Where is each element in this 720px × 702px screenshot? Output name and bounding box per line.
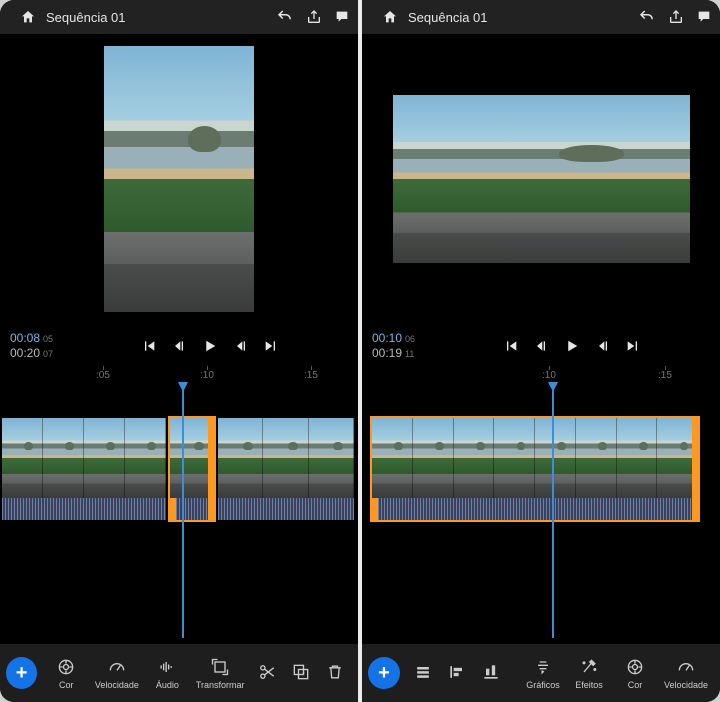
share-icon[interactable]: [306, 9, 322, 25]
audio-waveform: [218, 498, 354, 520]
playhead[interactable]: [552, 388, 554, 638]
ruler-tick: :15: [658, 370, 672, 381]
skip-end-icon[interactable]: [625, 338, 641, 354]
color-icon: [56, 656, 76, 678]
color-icon: [625, 656, 645, 678]
skip-start-icon[interactable]: [141, 338, 157, 354]
step-back-icon[interactable]: [533, 338, 549, 354]
bottom-toolbar: + Gráficos Efeitos Cor Velocidade: [362, 644, 720, 702]
split-button[interactable]: [250, 661, 284, 685]
tool-cor[interactable]: Cor: [43, 656, 89, 690]
tool-velocidade[interactable]: Velocidade: [658, 656, 714, 690]
video-frame: [393, 95, 690, 263]
align-bottom-button[interactable]: [474, 661, 508, 685]
ruler-tick: :05: [96, 370, 110, 381]
preview-area[interactable]: [362, 34, 720, 324]
undo-icon[interactable]: [276, 8, 294, 26]
timecode-current: 00:10: [372, 331, 402, 345]
speed-icon: [107, 656, 127, 678]
audio-waveform: [2, 498, 166, 520]
skip-end-icon[interactable]: [263, 338, 279, 354]
align-vertical-button[interactable]: [406, 661, 440, 685]
timeline[interactable]: [362, 388, 720, 578]
editor-pane-right: Sequência 01 00:1006 00:1911 :10 :15: [362, 0, 720, 702]
timecode-current: 00:08: [10, 331, 40, 345]
time-ruler[interactable]: :10 :15: [362, 366, 720, 388]
timecode-total: 00:19: [372, 346, 402, 360]
timecodes: 00:1006 00:1911: [372, 331, 434, 361]
undo-icon[interactable]: [638, 8, 656, 26]
sequence-title: Sequência 01: [408, 10, 626, 25]
audio-waveform: [170, 498, 214, 520]
tool-audio[interactable]: Áudio: [144, 656, 190, 690]
transport-row: 00:1006 00:1911: [362, 324, 720, 366]
transport-controls: [72, 337, 348, 355]
audio-waveform: [372, 498, 698, 520]
ruler-tick: :15: [304, 370, 318, 381]
delete-button[interactable]: [318, 661, 352, 685]
audio-icon: [157, 656, 177, 678]
speed-icon: [676, 656, 696, 678]
tool-efeitos[interactable]: Efeitos: [566, 656, 612, 690]
align-bottom-icon: [481, 661, 501, 683]
transport-controls: [434, 337, 710, 355]
duplicate-button[interactable]: [284, 661, 318, 685]
top-bar: Sequência 01: [0, 0, 358, 34]
video-frame: [104, 46, 254, 312]
top-bar: Sequência 01: [362, 0, 720, 34]
clip-2-selected[interactable]: [168, 416, 216, 522]
clip-selected[interactable]: [370, 416, 700, 522]
timeline[interactable]: [0, 388, 358, 578]
clip-1[interactable]: [0, 416, 168, 522]
timecodes: 00:0805 00:2007: [10, 331, 72, 361]
time-ruler[interactable]: :05 :10 :15: [0, 366, 358, 388]
effects-icon: [579, 656, 599, 678]
tool-transformar[interactable]: Transformar: [190, 656, 250, 690]
skip-start-icon[interactable]: [503, 338, 519, 354]
transform-icon: [210, 656, 230, 678]
preview-video: [393, 95, 690, 263]
tool-graficos[interactable]: Gráficos: [520, 656, 566, 690]
align-vertical-icon: [413, 661, 433, 683]
duplicate-icon: [291, 661, 311, 683]
step-forward-icon[interactable]: [233, 338, 249, 354]
play-icon[interactable]: [563, 337, 581, 355]
sequence-title: Sequência 01: [46, 10, 264, 25]
tool-cor[interactable]: Cor: [612, 656, 658, 690]
step-forward-icon[interactable]: [595, 338, 611, 354]
video-track[interactable]: [362, 416, 720, 522]
step-back-icon[interactable]: [171, 338, 187, 354]
bottom-toolbar: + Cor Velocidade Áudio Transformar: [0, 644, 358, 702]
play-icon[interactable]: [201, 337, 219, 355]
timecode-total: 00:20: [10, 346, 40, 360]
video-track[interactable]: [0, 416, 358, 522]
preview-video: [104, 46, 254, 312]
ruler-tick: :10: [200, 370, 214, 381]
editor-pane-left: Sequência 01 00:0805 00:2007 :05 :10: [0, 0, 358, 702]
trash-icon: [325, 661, 345, 683]
home-icon[interactable]: [382, 9, 398, 25]
comment-icon[interactable]: [334, 9, 350, 25]
home-icon[interactable]: [20, 9, 36, 25]
ruler-tick: :10: [542, 370, 556, 381]
clip-3[interactable]: [216, 416, 356, 522]
transport-row: 00:0805 00:2007: [0, 324, 358, 366]
align-left-icon: [447, 661, 467, 683]
scissors-icon: [257, 661, 277, 683]
tool-velocidade[interactable]: Velocidade: [89, 656, 144, 690]
comment-icon[interactable]: [696, 9, 712, 25]
graphics-icon: [533, 656, 553, 678]
preview-area[interactable]: [0, 34, 358, 324]
playhead[interactable]: [182, 388, 184, 638]
add-button[interactable]: +: [6, 657, 37, 689]
share-icon[interactable]: [668, 9, 684, 25]
align-left-button[interactable]: [440, 661, 474, 685]
add-button[interactable]: +: [368, 657, 400, 689]
